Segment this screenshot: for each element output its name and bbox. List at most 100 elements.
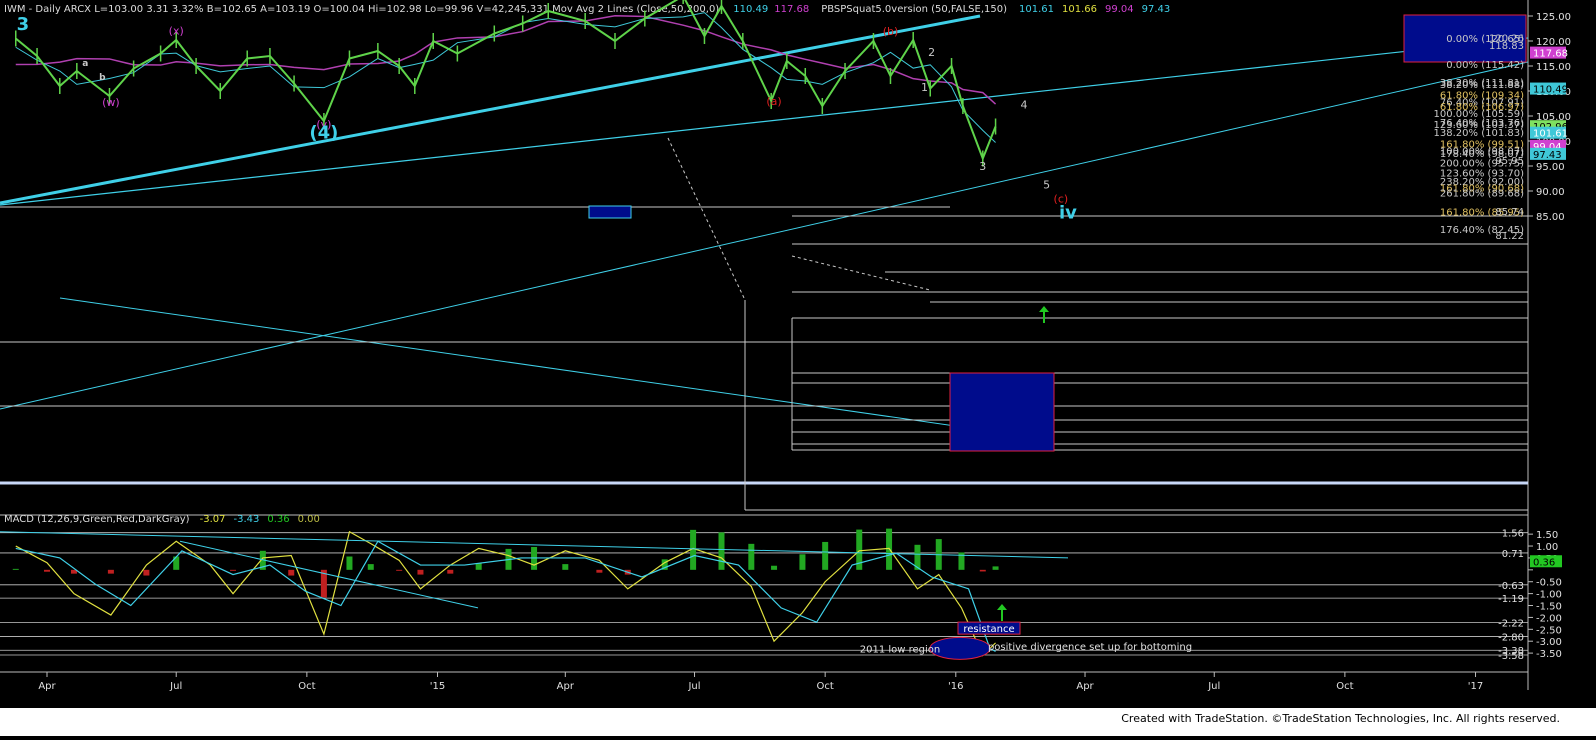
macd-histogram-bar	[992, 566, 999, 570]
chart-window: Created with TradeStation. ©TradeStation…	[0, 0, 1596, 736]
fib-label: 81.22	[1495, 231, 1524, 242]
price-badge-label: 110.49	[1533, 85, 1568, 96]
chart-background	[0, 0, 1596, 736]
time-tick-label: Jul	[169, 681, 182, 692]
macd-badge-label: 0.36	[1533, 557, 1555, 568]
price-tick-label: 90.00	[1536, 187, 1565, 198]
time-tick-label: Jul	[1207, 681, 1220, 692]
wave-label: iv	[1059, 203, 1077, 224]
fib-label: 261.80% (89.68)	[1440, 189, 1524, 200]
ma50-value: 110.49	[733, 4, 768, 15]
time-tick-label: '15	[430, 681, 445, 692]
macd-tick-label: -0.50	[1536, 578, 1562, 589]
macd-header: MACD (12,26,9,Green,Red,DarkGray) -3.07 -3…	[4, 514, 320, 525]
wave-label: 3	[17, 14, 30, 35]
macd-hist-value: 0.36	[267, 514, 289, 525]
time-tick-label: Oct	[817, 681, 834, 692]
time-tick-label: Apr	[1076, 681, 1094, 692]
macd-level-label: -3.58	[1498, 651, 1524, 662]
wave-label: 2	[928, 46, 935, 59]
price-badge-label: 117.68	[1533, 49, 1568, 60]
macd-level-label: 0.71	[1502, 549, 1524, 560]
time-tick-label: '16	[948, 681, 963, 692]
macd-histogram-bar	[12, 568, 19, 570]
macd-histogram-bar	[596, 569, 603, 573]
wave-label: (b)	[883, 25, 899, 38]
price-badge-label: 101.61	[1533, 129, 1568, 140]
resistance-label: resistance	[963, 624, 1014, 635]
macd-histogram-bar	[771, 565, 778, 570]
macd-tick-label: -1.00	[1536, 590, 1562, 601]
time-tick-label: '17	[1468, 681, 1483, 692]
wave-label: (4)	[309, 123, 338, 144]
macd-histogram-bar	[799, 554, 806, 570]
macd-level-label: -0.63	[1498, 581, 1524, 592]
macd-label: MACD (12,26,9,Green,Red,DarkGray)	[4, 514, 190, 525]
squat-value-1: 101.61	[1019, 4, 1054, 15]
macd-zero-value: 0.00	[298, 514, 320, 525]
time-tick-label: Jul	[687, 681, 700, 692]
macd-tick-label: -3.00	[1536, 637, 1562, 648]
symbol-text: IWM - Daily ARCX L=103.00 3.31 3.32% B=1…	[4, 4, 719, 15]
wave-label: (w)	[102, 96, 120, 109]
macd-histogram-bar	[367, 564, 374, 570]
macd-level-label: -2.80	[1498, 632, 1524, 643]
macd-tick-label: 1.00	[1536, 542, 1558, 553]
macd-histogram-bar	[44, 569, 50, 572]
price-tick-label: 115.00	[1536, 62, 1571, 73]
macd-value: -3.07	[200, 514, 226, 525]
wave-label: 5	[1043, 179, 1050, 192]
macd-histogram-bar	[562, 564, 569, 570]
low-region-label: 2011 low region	[860, 644, 941, 655]
wave-label: a	[82, 59, 88, 69]
macd-tick-label: -3.50	[1536, 649, 1562, 660]
chart-canvas[interactable]: Created with TradeStation. ©TradeStation…	[0, 0, 1596, 736]
macd-level-label: -1.19	[1498, 594, 1524, 605]
macd-tick-label: 1.50	[1536, 530, 1558, 541]
fib-label: 38.20% (111.88)	[1440, 80, 1524, 91]
wave-label: b	[99, 73, 106, 83]
time-tick-label: Apr	[557, 681, 575, 692]
macd-histogram-bar	[718, 532, 725, 570]
macd-histogram-bar	[475, 563, 482, 570]
macd-histogram-bar	[822, 541, 829, 570]
macd-level-label: 1.56	[1502, 529, 1524, 540]
wave-label: 3	[979, 160, 986, 173]
macd-tick-label: -1.50	[1536, 602, 1562, 613]
time-tick-label: Apr	[38, 681, 56, 692]
macd-histogram-bar	[417, 569, 424, 575]
macd-histogram-bar	[748, 543, 755, 570]
squat-value-3: 99.04	[1105, 4, 1134, 15]
macd-histogram-bar	[979, 569, 986, 572]
macd-histogram-bar	[143, 569, 150, 576]
fib-label: 0.00% (115.42)	[1446, 60, 1524, 71]
price-tick-label: 120.00	[1536, 37, 1571, 48]
wave-label: 4	[1020, 99, 1027, 112]
price-badge-label: 97.43	[1533, 150, 1562, 161]
symbol-header: IWM - Daily ARCX L=103.00 3.31 3.32% B=1…	[4, 4, 1170, 15]
macd-histogram-bar	[396, 569, 403, 571]
macd-histogram-bar	[230, 569, 237, 571]
fib-label: 85.74	[1495, 207, 1524, 218]
macd-histogram-bar	[107, 569, 114, 574]
price-tick-label: 95.00	[1536, 162, 1565, 173]
macd-histogram-bar	[447, 569, 454, 574]
macd-tick-label: -2.50	[1536, 625, 1562, 636]
wave-label: (a)	[766, 95, 781, 108]
fib-label: 118.83	[1489, 41, 1524, 52]
macd-tick-label: -2.00	[1536, 613, 1562, 624]
squat-value-4: 97.43	[1142, 4, 1171, 15]
squat-label: PBSPSquat5.0version (50,FALSE,150)	[821, 4, 1007, 15]
price-tick-label: 125.00	[1536, 12, 1571, 23]
time-tick-label: Oct	[298, 681, 315, 692]
price-tick-label: 85.00	[1536, 212, 1565, 223]
footer-text: Created with TradeStation. ©TradeStation…	[1121, 712, 1560, 725]
macd-signal-value: -3.43	[233, 514, 259, 525]
wave-label: 1	[921, 81, 928, 94]
squat-value-2: 101.66	[1062, 4, 1097, 15]
macd-level-label: -2.22	[1498, 619, 1524, 630]
macd-histogram-bar	[288, 569, 295, 576]
time-tick-label: Oct	[1336, 681, 1353, 692]
wave-label: (x)	[169, 25, 184, 38]
target-box-c	[949, 372, 1055, 452]
